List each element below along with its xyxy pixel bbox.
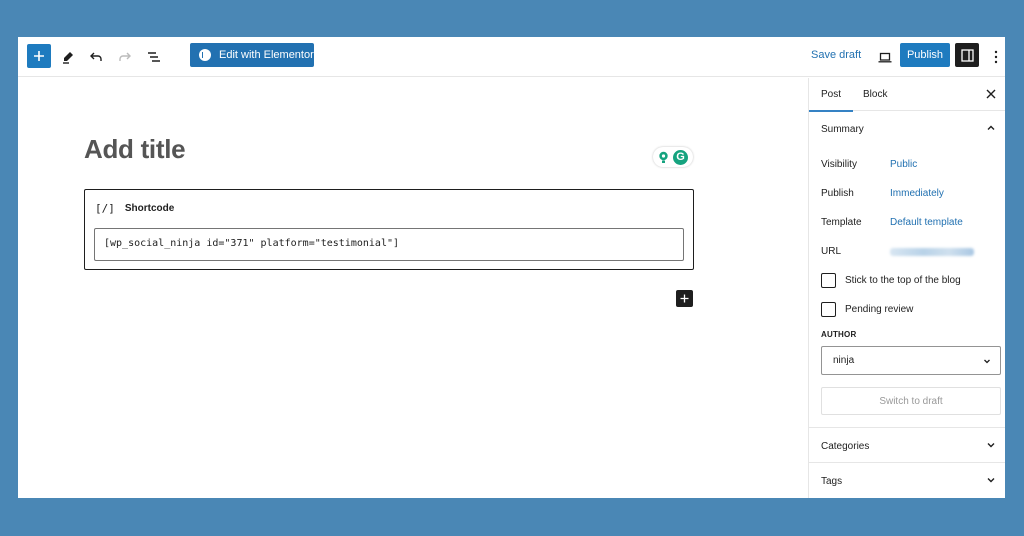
sticky-label: Stick to the top of the blog [845, 275, 961, 286]
switch-to-draft-label: Switch to draft [879, 395, 943, 407]
tab-block[interactable]: Block [863, 78, 887, 111]
summary-panel-toggle[interactable]: Summary [809, 111, 1005, 147]
publish-date-value[interactable]: Immediately [890, 188, 944, 199]
tags-panel-toggle[interactable]: Tags [809, 463, 1005, 498]
plus-icon [34, 51, 44, 61]
shortcode-input[interactable]: [wp_social_ninja id="371" platform="test… [94, 228, 684, 261]
elementor-label: Edit with Elementor [219, 49, 314, 61]
pen-icon [63, 52, 73, 64]
post-title-input[interactable]: Add title [84, 134, 186, 165]
shortcode-block-header: [/] Shortcode [95, 202, 174, 215]
plus-icon [680, 294, 689, 303]
editor-toolbar: Edit with Elementor Save draft Publish [18, 37, 1005, 77]
block-inserter-button[interactable] [676, 290, 693, 307]
template-value[interactable]: Default template [890, 217, 963, 228]
publish-label: Publish [906, 49, 944, 61]
tags-title: Tags [821, 475, 843, 487]
publish-label: Publish [821, 188, 854, 199]
sticky-checkbox[interactable] [821, 273, 836, 288]
redo-button[interactable] [113, 45, 137, 69]
save-draft-button[interactable]: Save draft [811, 49, 861, 61]
summary-title: Summary [821, 123, 864, 135]
settings-sidebar: Post Block Summary Visibility Public Pub… [808, 78, 1005, 498]
list-view-button[interactable] [142, 45, 166, 69]
list-view-icon [148, 52, 160, 62]
template-label: Template [821, 217, 862, 228]
tools-button[interactable] [56, 45, 80, 69]
chevron-down-icon [987, 443, 995, 448]
close-icon[interactable] [985, 88, 997, 100]
url-value-blurred[interactable] [890, 248, 974, 256]
chevron-down-icon [987, 478, 995, 483]
sidebar-tabs: Post Block [809, 78, 1005, 112]
elementor-icon [199, 49, 211, 61]
tab-post[interactable]: Post [809, 78, 853, 112]
undo-button[interactable] [84, 45, 108, 69]
url-label: URL [821, 246, 842, 257]
more-vertical-icon [994, 50, 998, 64]
switch-to-draft-button[interactable]: Switch to draft [821, 387, 1001, 415]
publish-button[interactable]: Publish [900, 43, 950, 67]
author-label: AUTHOR [821, 330, 857, 339]
shortcode-label: Shortcode [124, 203, 175, 214]
chevron-up-icon [987, 125, 995, 130]
more-options-button[interactable] [984, 45, 1005, 69]
shortcode-block[interactable]: [/] Shortcode [wp_social_ninja id="371" … [84, 189, 694, 270]
lightbulb-icon [659, 151, 668, 163]
grammarly-widget[interactable]: G [653, 147, 693, 167]
add-block-button[interactable] [27, 44, 51, 68]
undo-icon [90, 52, 102, 61]
chevron-down-icon [984, 359, 990, 364]
sidebar-toggle-icon [960, 48, 974, 62]
grammarly-icon: G [673, 149, 688, 165]
pending-review-label: Pending review [845, 304, 914, 315]
preview-button[interactable] [873, 45, 897, 69]
editor-window: Edit with Elementor Save draft Publish A… [18, 37, 1005, 498]
edit-with-elementor-button[interactable]: Edit with Elementor [190, 43, 314, 67]
pending-review-checkbox-row[interactable]: Pending review [821, 302, 913, 317]
shortcode-icon: [/] [95, 202, 115, 215]
categories-panel-toggle[interactable]: Categories [809, 428, 1005, 464]
redo-icon [119, 52, 131, 61]
visibility-value[interactable]: Public [890, 159, 917, 170]
pending-review-checkbox[interactable] [821, 302, 836, 317]
author-value: ninja [833, 355, 855, 366]
settings-toggle-button[interactable] [955, 43, 979, 67]
categories-title: Categories [821, 440, 870, 452]
sticky-checkbox-row[interactable]: Stick to the top of the blog [821, 273, 961, 288]
visibility-label: Visibility [821, 159, 857, 170]
author-select[interactable]: ninja [821, 346, 1001, 375]
laptop-icon [878, 52, 892, 62]
editor-canvas: Add title G [/] Shortcode [wp_social_nin… [18, 78, 808, 498]
